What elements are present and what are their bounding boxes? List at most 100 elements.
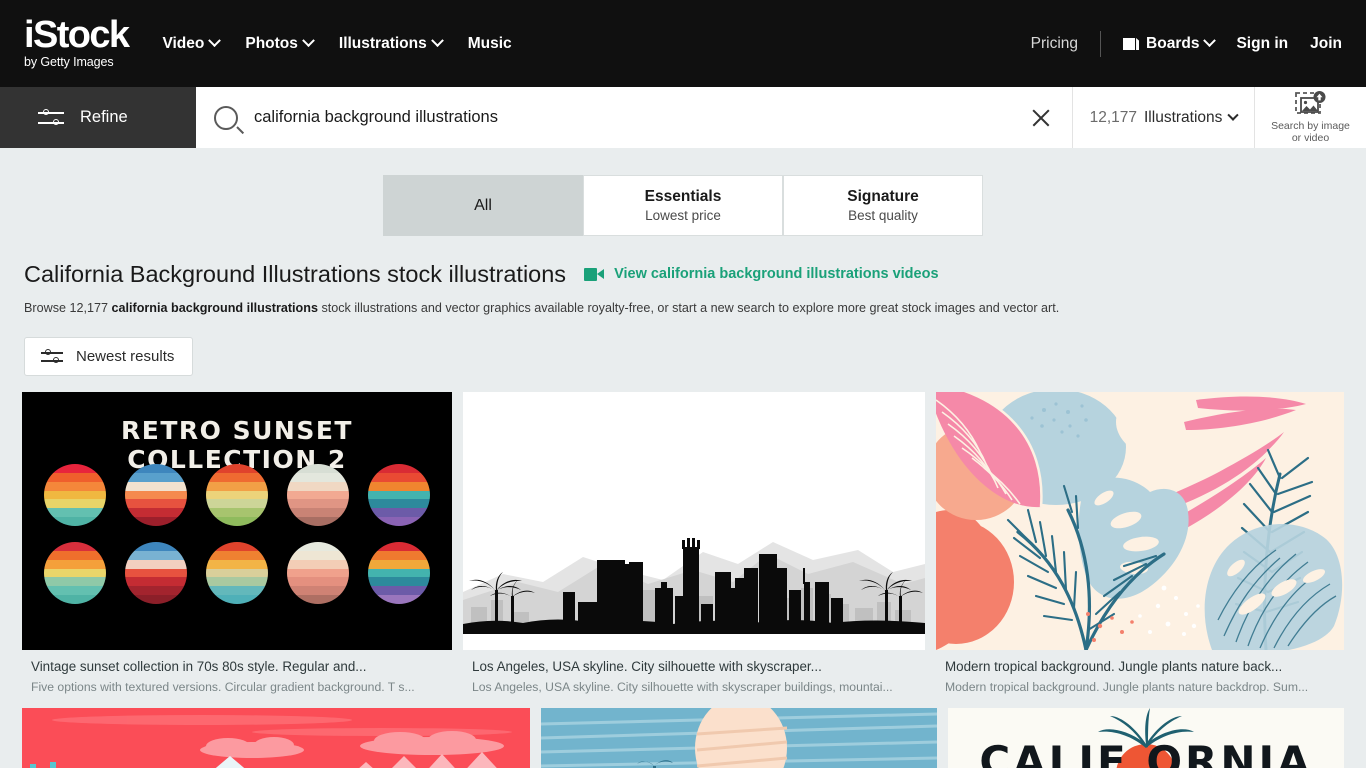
search-field[interactable] [196, 87, 1073, 148]
sun-swatch [206, 542, 268, 604]
tab-all-label: All [474, 196, 492, 214]
nav-item-boards-label: Boards [1146, 34, 1200, 52]
chevron-down-icon [1227, 109, 1240, 121]
modern-tropical-artwork [936, 392, 1344, 650]
logo-wordmark: iStock [24, 13, 130, 56]
nav-item-music-label: Music [467, 34, 512, 52]
license-tabs: All Essentials Lowest price Signature Be… [0, 148, 1366, 236]
sun-row [44, 464, 430, 526]
tab-essentials-sub: Lowest price [645, 208, 721, 223]
sliders-icon [38, 109, 64, 126]
page-heading-block: California Background Illustrations stoc… [0, 236, 1366, 317]
result-caption: Vintage sunset collection in 70s 80s sty… [22, 650, 452, 696]
nav-item-music[interactable]: Music [468, 35, 512, 53]
result-title[interactable]: Vintage sunset collection in 70s 80s sty… [31, 658, 443, 676]
sun-swatch [44, 542, 106, 604]
nav-item-pricing[interactable]: Pricing [1031, 35, 1078, 53]
result-type-label: Illustrations [1144, 108, 1223, 126]
search-icon[interactable] [214, 105, 238, 130]
result-thumbnail-los-angeles-skyline[interactable] [463, 392, 925, 650]
search-by-image-label: Search by image or video [1271, 120, 1350, 144]
result-subtitle: Modern tropical background. Jungle plant… [945, 680, 1309, 694]
skyline-illustration [463, 392, 925, 650]
page-description: Browse 12,177 california background illu… [24, 300, 1342, 317]
refine-button-label: Refine [80, 108, 128, 126]
retro-sunset-artwork: RETRO SUNSET COLLECTION 2 [22, 392, 452, 650]
video-camera-icon [584, 267, 605, 281]
view-videos-link[interactable]: View california background illustrations… [584, 266, 939, 282]
pink-sunset-illustration [22, 708, 530, 768]
sort-button[interactable]: Newest results [24, 337, 194, 376]
search-input[interactable] [254, 108, 1024, 127]
sun-swatch [368, 464, 430, 526]
page-title: California Background Illustrations stoc… [24, 261, 567, 287]
sun-swatch [287, 464, 349, 526]
sun-swatch [125, 542, 187, 604]
result-count: 12,177 [1089, 108, 1137, 126]
nav-item-video-label: Video [162, 34, 205, 52]
results-grid: RETRO SUNSET COLLECTION 2 Vintage sunset… [0, 392, 1366, 696]
nav-item-illustrations-label: Illustrations [338, 34, 427, 52]
result-caption: Los Angeles, USA skyline. City silhouett… [463, 650, 925, 696]
result-card: Modern tropical background. Jungle plant… [936, 392, 1344, 696]
sun-grid [44, 464, 430, 620]
boards-icon [1123, 36, 1140, 51]
result-title[interactable]: Modern tropical background. Jungle plant… [945, 658, 1335, 676]
tropical-illustration [936, 392, 1344, 650]
pink-sunset-artwork [22, 708, 530, 768]
search-by-image-line1: Search by image [1271, 120, 1350, 132]
search-bar-row: Refine 12,177 Illustrations Search by im… [0, 87, 1366, 148]
tab-signature-label: Signature [847, 188, 919, 205]
nav-item-video[interactable]: Video [162, 34, 222, 53]
sun-swatch [287, 542, 349, 604]
sun-swatch [368, 542, 430, 604]
sun-swatch [125, 464, 187, 526]
tab-essentials-label: Essentials [644, 188, 722, 205]
clear-search-icon[interactable] [1024, 101, 1058, 135]
logo-tagline: by Getty Images [24, 54, 114, 69]
heading-row: California Background Illustrations stoc… [24, 260, 1342, 288]
sliders-icon [41, 349, 63, 364]
result-caption: Modern tropical background. Jungle plant… [936, 650, 1344, 696]
description-suffix: stock illustrations and vector graphics … [317, 301, 1060, 315]
nav-item-illustrations[interactable]: Illustrations [338, 34, 444, 53]
tab-all[interactable]: All [383, 175, 583, 236]
blue-beach-illustration [541, 708, 937, 768]
nav-item-sign-in[interactable]: Sign in [1236, 35, 1288, 53]
top-navigation-bar: iStock by Getty Images Video Photos Illu… [0, 0, 1366, 87]
nav-divider [1100, 30, 1102, 57]
nav-item-boards[interactable]: Boards [1123, 34, 1217, 53]
secondary-nav-links: Pricing Boards Sign in Join [1031, 30, 1342, 57]
sun-swatch [44, 464, 106, 526]
result-thumbnail-retro-sunset[interactable]: RETRO SUNSET COLLECTION 2 [22, 392, 452, 650]
sort-button-label: Newest results [76, 348, 175, 365]
tab-essentials[interactable]: Essentials Lowest price [583, 175, 783, 236]
result-title[interactable]: Los Angeles, USA skyline. City silhouett… [472, 658, 916, 676]
sun-row [44, 542, 430, 604]
nav-item-photos[interactable]: Photos [245, 34, 315, 53]
los-angeles-skyline-artwork [463, 392, 925, 650]
result-thumbnail-pink-sunset[interactable] [22, 708, 530, 768]
results-grid-row-2: CALIF ORNIA [0, 708, 1366, 768]
california-banner-artwork: CALIF ORNIA [948, 708, 1344, 768]
istock-logo[interactable]: iStock by Getty Images [24, 13, 130, 72]
result-card: Los Angeles, USA skyline. City silhouett… [463, 392, 925, 696]
nav-item-join[interactable]: Join [1310, 35, 1342, 53]
result-thumbnail-modern-tropical[interactable] [936, 392, 1344, 650]
search-by-image-button[interactable]: Search by image or video [1255, 87, 1366, 148]
chevron-down-icon [430, 34, 444, 48]
description-prefix: Browse 12,177 [24, 301, 112, 315]
primary-nav-links: Video Photos Illustrations Music [162, 34, 512, 53]
tab-signature-sub: Best quality [848, 208, 918, 223]
blue-beach-artwork [541, 708, 937, 768]
sun-swatch [206, 464, 268, 526]
search-by-image-line2: or video [1291, 132, 1330, 144]
chevron-down-icon [208, 34, 222, 48]
artwork-title-text: CALIF ORNIA [979, 737, 1313, 768]
result-thumbnail-california-banner[interactable]: CALIF ORNIA [948, 708, 1344, 768]
refine-button[interactable]: Refine [0, 87, 196, 148]
tab-signature[interactable]: Signature Best quality [783, 175, 983, 236]
result-thumbnail-blue-beach[interactable] [541, 708, 937, 768]
result-type-dropdown[interactable]: 12,177 Illustrations [1073, 87, 1255, 148]
image-upload-icon [1294, 91, 1325, 114]
